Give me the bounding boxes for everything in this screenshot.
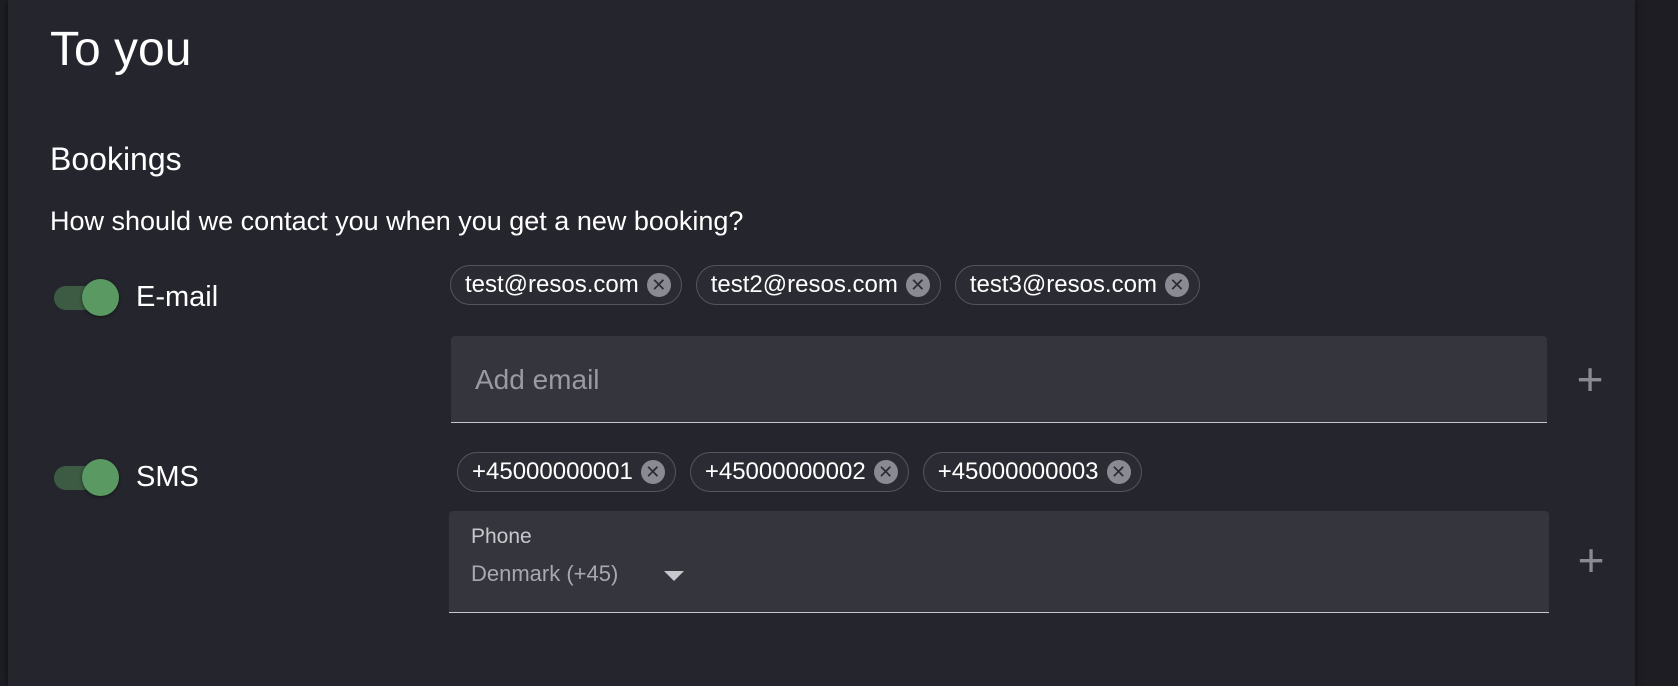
phone-chip-list: +45000000001 ✕ +45000000002 ✕ +450000000… (457, 452, 1142, 492)
plus-icon: + (1576, 353, 1604, 405)
close-circle-icon[interactable]: ✕ (1164, 273, 1189, 297)
email-chip: test2@resos.com ✕ (695, 265, 941, 305)
settings-panel: To you Bookings How should we contact yo… (8, 0, 1635, 686)
add-email-field (451, 336, 1547, 424)
email-chip-text: test2@resos.com (710, 271, 898, 298)
add-email-input[interactable] (473, 336, 1529, 424)
email-toggle-thumb (82, 279, 119, 316)
phone-field: Phone Denmark (+45) (449, 511, 1549, 613)
sms-toggle-thumb (82, 459, 119, 496)
caret-down-icon (664, 571, 685, 581)
email-chip-text: test@resos.com (465, 271, 639, 298)
close-circle-icon[interactable]: ✕ (1106, 460, 1131, 484)
close-circle-icon[interactable]: ✕ (640, 460, 665, 484)
country-code-select[interactable]: Denmark (+45) (471, 561, 685, 587)
sms-toggle-label: SMS (136, 461, 199, 493)
sms-toggle[interactable] (52, 459, 122, 496)
country-code-value: Denmark (+45) (471, 561, 619, 586)
add-phone-button[interactable]: + (1566, 535, 1616, 585)
email-chip: test3@resos.com ✕ (954, 265, 1200, 305)
phone-chip: +45000000003 ✕ (922, 452, 1142, 492)
close-circle-icon[interactable]: ✕ (905, 273, 930, 297)
phone-chip-text: +45000000002 (704, 458, 866, 485)
section-title-bookings: Bookings (50, 141, 182, 177)
email-chip-text: test3@resos.com (969, 271, 1157, 298)
phone-chip-text: +45000000001 (472, 458, 633, 485)
phone-chip: +45000000001 ✕ (457, 452, 676, 492)
email-chip: test@resos.com ✕ (450, 265, 682, 305)
email-toggle-label: E-mail (136, 281, 219, 313)
bookings-question: How should we contact you when you get a… (50, 206, 744, 236)
close-circle-icon[interactable]: ✕ (646, 273, 671, 297)
close-circle-icon[interactable]: ✕ (873, 460, 898, 484)
plus-icon: + (1577, 534, 1605, 586)
email-chip-list: test@resos.com ✕ test2@resos.com ✕ test3… (450, 265, 1200, 305)
phone-chip-text: +45000000003 (937, 458, 1099, 485)
page-title: To you (50, 23, 192, 76)
email-toggle[interactable] (52, 279, 122, 316)
phone-field-label: Phone (471, 525, 532, 548)
phone-chip: +45000000002 ✕ (689, 452, 909, 492)
add-email-button[interactable]: + (1565, 354, 1615, 404)
